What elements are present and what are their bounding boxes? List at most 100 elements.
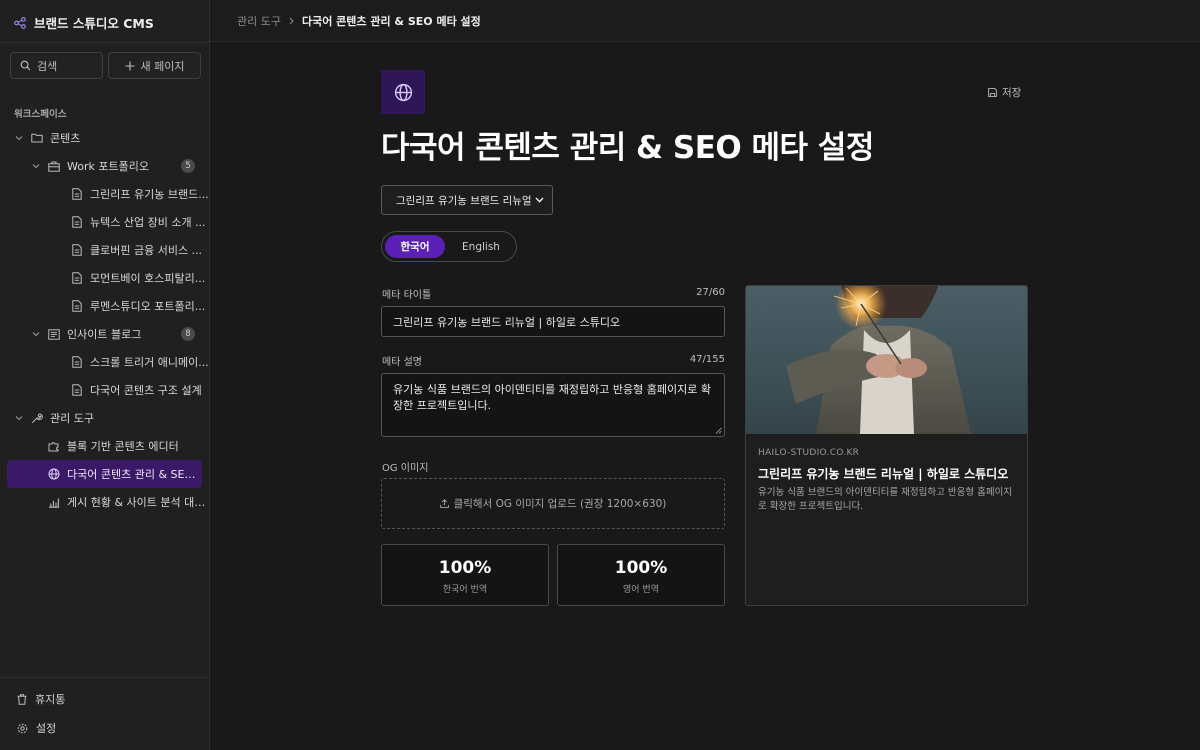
og-image-upload[interactable]: 클릭해서 OG 이미지 업로드 (권장 1200×630) <box>381 478 725 529</box>
preview-photo <box>746 286 1027 434</box>
meta-title-label: 메타 타이틀 <box>382 290 432 301</box>
tree-folder-portfolio[interactable]: Work 포트폴리오 5 <box>0 152 209 180</box>
trash-label: 휴지통 <box>35 693 66 706</box>
og-image-label: OG 이미지 <box>382 463 429 474</box>
stat-card-en: 100% 영어 번역 <box>557 544 725 606</box>
stat-value: 100% <box>438 558 492 578</box>
chevron-down-icon[interactable] <box>14 135 24 141</box>
tree-label: 모먼트베이 호스피탈리... <box>90 272 206 285</box>
tree-page[interactable]: 그린리프 유기농 브랜드... <box>0 180 209 208</box>
tree-label: 스크롤 트리거 애니메이... <box>90 356 209 369</box>
stat-label: 한국어 번역 <box>442 585 488 595</box>
meta-desc-textarea[interactable]: 유기농 식품 브랜드의 아이덴티티를 재정립하고 반응형 홈페이지로 확장한 프… <box>381 373 725 437</box>
tree-page[interactable]: 클로버핀 금융 서비스 ... <box>0 236 209 264</box>
count-badge: 5 <box>181 159 195 173</box>
save-button[interactable]: 저장 <box>988 85 1021 100</box>
tree-label: 콘텐츠 <box>50 132 81 145</box>
tree-folder-contents[interactable]: 콘텐츠 <box>0 124 209 152</box>
chevron-down-icon[interactable] <box>31 163 41 169</box>
chevron-down-icon[interactable] <box>14 415 24 421</box>
save-icon <box>988 88 997 97</box>
file-icon <box>71 244 83 256</box>
file-icon <box>71 188 83 200</box>
new-page-label: 새 페이지 <box>140 59 185 73</box>
puzzle-icon <box>48 440 60 452</box>
tree-page-active[interactable]: 다국어 콘텐츠 관리 & SEO ... <box>7 460 202 488</box>
top-bar: 관리 도구 다국어 콘텐츠 관리 & SEO 메타 설정 <box>210 0 1200 42</box>
language-toggle: 한국어 English <box>381 231 517 262</box>
preview-domain: HAILO-STUDIO.CO.KR <box>758 448 860 458</box>
divider <box>0 677 209 678</box>
page-select[interactable]: 그린리프 유기농 브랜드 리뉴얼 <box>381 185 553 215</box>
lang-tab-ko[interactable]: 한국어 <box>385 235 445 258</box>
gear-icon <box>17 723 28 734</box>
page-title: 다국어 콘텐츠 관리 & SEO 메타 설정 <box>381 130 874 166</box>
preview-title: 그린리프 유기농 브랜드 리뉴얼 | 하일로 스튜디오 <box>758 467 1009 481</box>
tree-page[interactable]: 모먼트베이 호스피탈리... <box>0 264 209 292</box>
brand[interactable]: 브랜드 스튜디오 CMS <box>14 13 154 32</box>
lang-tab-en[interactable]: English <box>449 235 513 258</box>
tree-label: 다국어 콘텐츠 관리 & SEO ... <box>67 468 202 481</box>
search-label: 검색 <box>37 59 58 73</box>
tree-label: 뉴텍스 산업 장비 소개 ... <box>90 216 206 229</box>
upload-icon <box>439 499 449 508</box>
tree-label: 관리 도구 <box>50 412 94 425</box>
tree-label: 클로버핀 금융 서비스 ... <box>90 244 203 257</box>
page-icon[interactable] <box>381 70 425 114</box>
sidebar: 브랜드 스튜디오 CMS 검색 새 페이지 워크스페이스 콘텐츠 Work 포트… <box>0 0 210 750</box>
newspaper-icon <box>48 328 60 340</box>
page-tree: 콘텐츠 Work 포트폴리오 5 그린리프 유기농 브랜드... 뉴텍스 산업 … <box>0 124 209 516</box>
tree-label: Work 포트폴리오 <box>67 160 149 173</box>
tree-page[interactable]: 게시 현황 & 사이트 분석 대시... <box>0 488 209 516</box>
file-icon <box>71 272 83 284</box>
trash-link[interactable]: 휴지통 <box>17 691 65 707</box>
tree-page[interactable]: 뉴텍스 산업 장비 소개 ... <box>0 208 209 236</box>
folder-icon <box>31 133 43 143</box>
count-badge: 8 <box>181 327 195 341</box>
preview-description: 유기농 식품 브랜드의 아이덴티티를 재정립하고 반응형 홈페이지로 확장한 프… <box>758 487 1013 513</box>
meta-title-input[interactable]: 그린리프 유기농 브랜드 리뉴얼 | 하일로 스튜디오 <box>381 306 725 337</box>
search-button[interactable]: 검색 <box>10 52 103 79</box>
page-select-value: 그린리프 유기농 브랜드 리뉴얼 <box>396 194 532 207</box>
breadcrumb: 관리 도구 다국어 콘텐츠 관리 & SEO 메타 설정 <box>237 13 481 29</box>
file-icon <box>71 356 83 368</box>
save-label: 저장 <box>1002 87 1022 99</box>
tree-label: 그린리프 유기농 브랜드... <box>90 188 209 201</box>
workflow-icon <box>14 16 26 29</box>
meta-desc-count: 47/155 <box>689 354 725 365</box>
divider <box>0 42 209 43</box>
tree-folder-admin[interactable]: 관리 도구 <box>0 404 209 432</box>
tree-label: 게시 현황 & 사이트 분석 대시... <box>67 496 209 509</box>
globe-icon <box>48 468 60 480</box>
breadcrumb-current: 다국어 콘텐츠 관리 & SEO 메타 설정 <box>301 15 481 28</box>
meta-title-count: 27/60 <box>696 287 725 298</box>
meta-desc-value: 유기농 식품 브랜드의 아이덴티티를 재정립하고 반응형 홈페이지로 확장한 프… <box>393 383 711 412</box>
stat-label: 영어 번역 <box>623 585 659 595</box>
wrench-icon <box>31 412 43 424</box>
chevron-right-icon <box>289 17 294 25</box>
file-icon <box>71 384 83 396</box>
chevron-down-icon <box>535 197 544 203</box>
resize-handle-icon[interactable] <box>715 427 722 434</box>
sidebar-actions: 검색 새 페이지 <box>10 52 201 79</box>
new-page-button[interactable]: 새 페이지 <box>108 52 201 79</box>
tree-page[interactable]: 블록 기반 콘텐츠 에디터 <box>0 432 209 460</box>
search-icon <box>20 60 31 71</box>
briefcase-icon <box>48 161 60 172</box>
stat-value: 100% <box>614 558 668 578</box>
og-preview-card: HAILO-STUDIO.CO.KR 그린리프 유기농 브랜드 리뉴얼 | 하일… <box>745 285 1028 606</box>
preview-body: HAILO-STUDIO.CO.KR 그린리프 유기농 브랜드 리뉴얼 | 하일… <box>746 434 1027 529</box>
tree-page[interactable]: 다국어 콘텐츠 구조 설계 <box>0 376 209 404</box>
brand-name: 브랜드 스튜디오 CMS <box>34 16 154 31</box>
chevron-down-icon[interactable] <box>31 331 41 337</box>
breadcrumb-parent[interactable]: 관리 도구 <box>237 13 281 29</box>
tree-page[interactable]: 루멘스튜디오 포트폴리... <box>0 292 209 320</box>
tree-folder-blog[interactable]: 인사이트 블로그 8 <box>0 320 209 348</box>
tree-label: 블록 기반 콘텐츠 에디터 <box>67 440 179 453</box>
settings-link[interactable]: 설정 <box>17 720 56 736</box>
meta-desc-label: 메타 설명 <box>382 357 422 368</box>
file-icon <box>71 216 83 228</box>
tree-page[interactable]: 스크롤 트리거 애니메이... <box>0 348 209 376</box>
stat-card-ko: 100% 한국어 번역 <box>381 544 549 606</box>
meta-title-value: 그린리프 유기농 브랜드 리뉴얼 | 하일로 스튜디오 <box>393 315 621 329</box>
